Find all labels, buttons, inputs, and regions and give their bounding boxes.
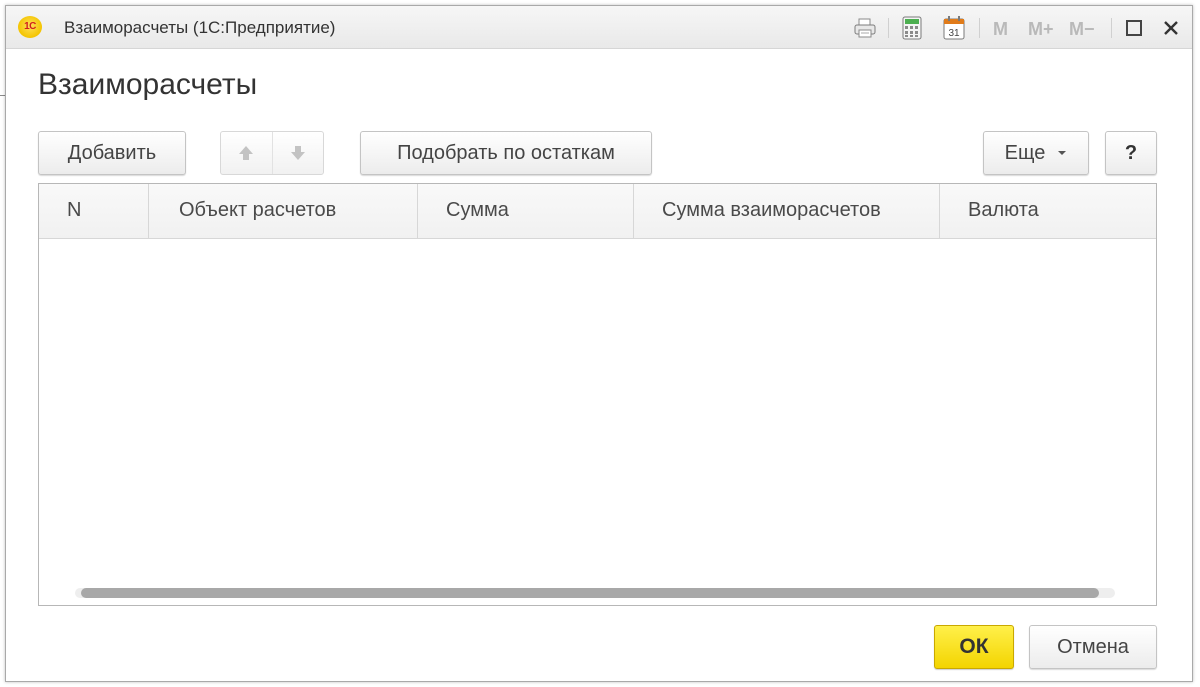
toolbar-separator (979, 18, 980, 38)
column-header-amount[interactable]: Сумма (418, 184, 634, 238)
add-button[interactable]: Добавить (38, 131, 186, 175)
page-title: Взаиморасчеты (38, 68, 258, 101)
column-header-n[interactable]: N (39, 184, 149, 238)
toolbar-separator (1111, 18, 1112, 38)
move-up-button[interactable] (221, 132, 272, 174)
table-body[interactable] (39, 239, 1156, 579)
title-bar: 1С Взаиморасчеты (1С:Предприятие) 31 M M… (6, 6, 1192, 49)
svg-text:31: 31 (948, 28, 960, 39)
table-header: N Объект расчетов Сумма Сумма взаиморасч… (39, 184, 1156, 239)
column-header-object[interactable]: Объект расчетов (149, 184, 418, 238)
ok-button[interactable]: ОК (934, 625, 1014, 669)
cancel-button[interactable]: Отмена (1029, 625, 1157, 669)
memory-minus-button[interactable]: M− (1069, 19, 1095, 40)
help-button[interactable]: ? (1105, 131, 1157, 175)
more-button-label: Еще (1004, 141, 1046, 164)
dialog-window: 1С Взаиморасчеты (1С:Предприятие) 31 M M… (5, 5, 1193, 682)
calendar-icon[interactable]: 31 (941, 15, 967, 41)
arrow-down-icon (290, 146, 305, 160)
move-buttons-group (220, 131, 324, 175)
app-logo-icon[interactable]: 1С (18, 16, 42, 38)
chevron-down-icon (1058, 151, 1067, 155)
pick-by-balance-button[interactable]: Подобрать по остаткам (360, 131, 652, 175)
horizontal-scrollbar[interactable] (39, 581, 1156, 605)
maximize-icon[interactable] (1122, 15, 1146, 41)
memory-plus-button[interactable]: M+ (1028, 19, 1054, 40)
close-icon[interactable] (1159, 15, 1183, 41)
toolbar-separator (888, 18, 889, 38)
print-icon[interactable] (851, 15, 879, 41)
window-title: Взаиморасчеты (1С:Предприятие) (64, 18, 336, 37)
settlements-table[interactable]: N Объект расчетов Сумма Сумма взаиморасч… (38, 183, 1157, 606)
arrow-up-icon (239, 146, 254, 160)
calculator-icon[interactable] (899, 15, 925, 41)
memory-m-button[interactable]: M (993, 19, 1008, 40)
more-button[interactable]: Еще (983, 131, 1089, 175)
column-header-currency[interactable]: Валюта (940, 184, 1156, 238)
move-down-button[interactable] (271, 132, 324, 174)
scroll-thumb[interactable] (81, 588, 1099, 598)
column-header-settlement-amount[interactable]: Сумма взаиморасчетов (634, 184, 940, 238)
